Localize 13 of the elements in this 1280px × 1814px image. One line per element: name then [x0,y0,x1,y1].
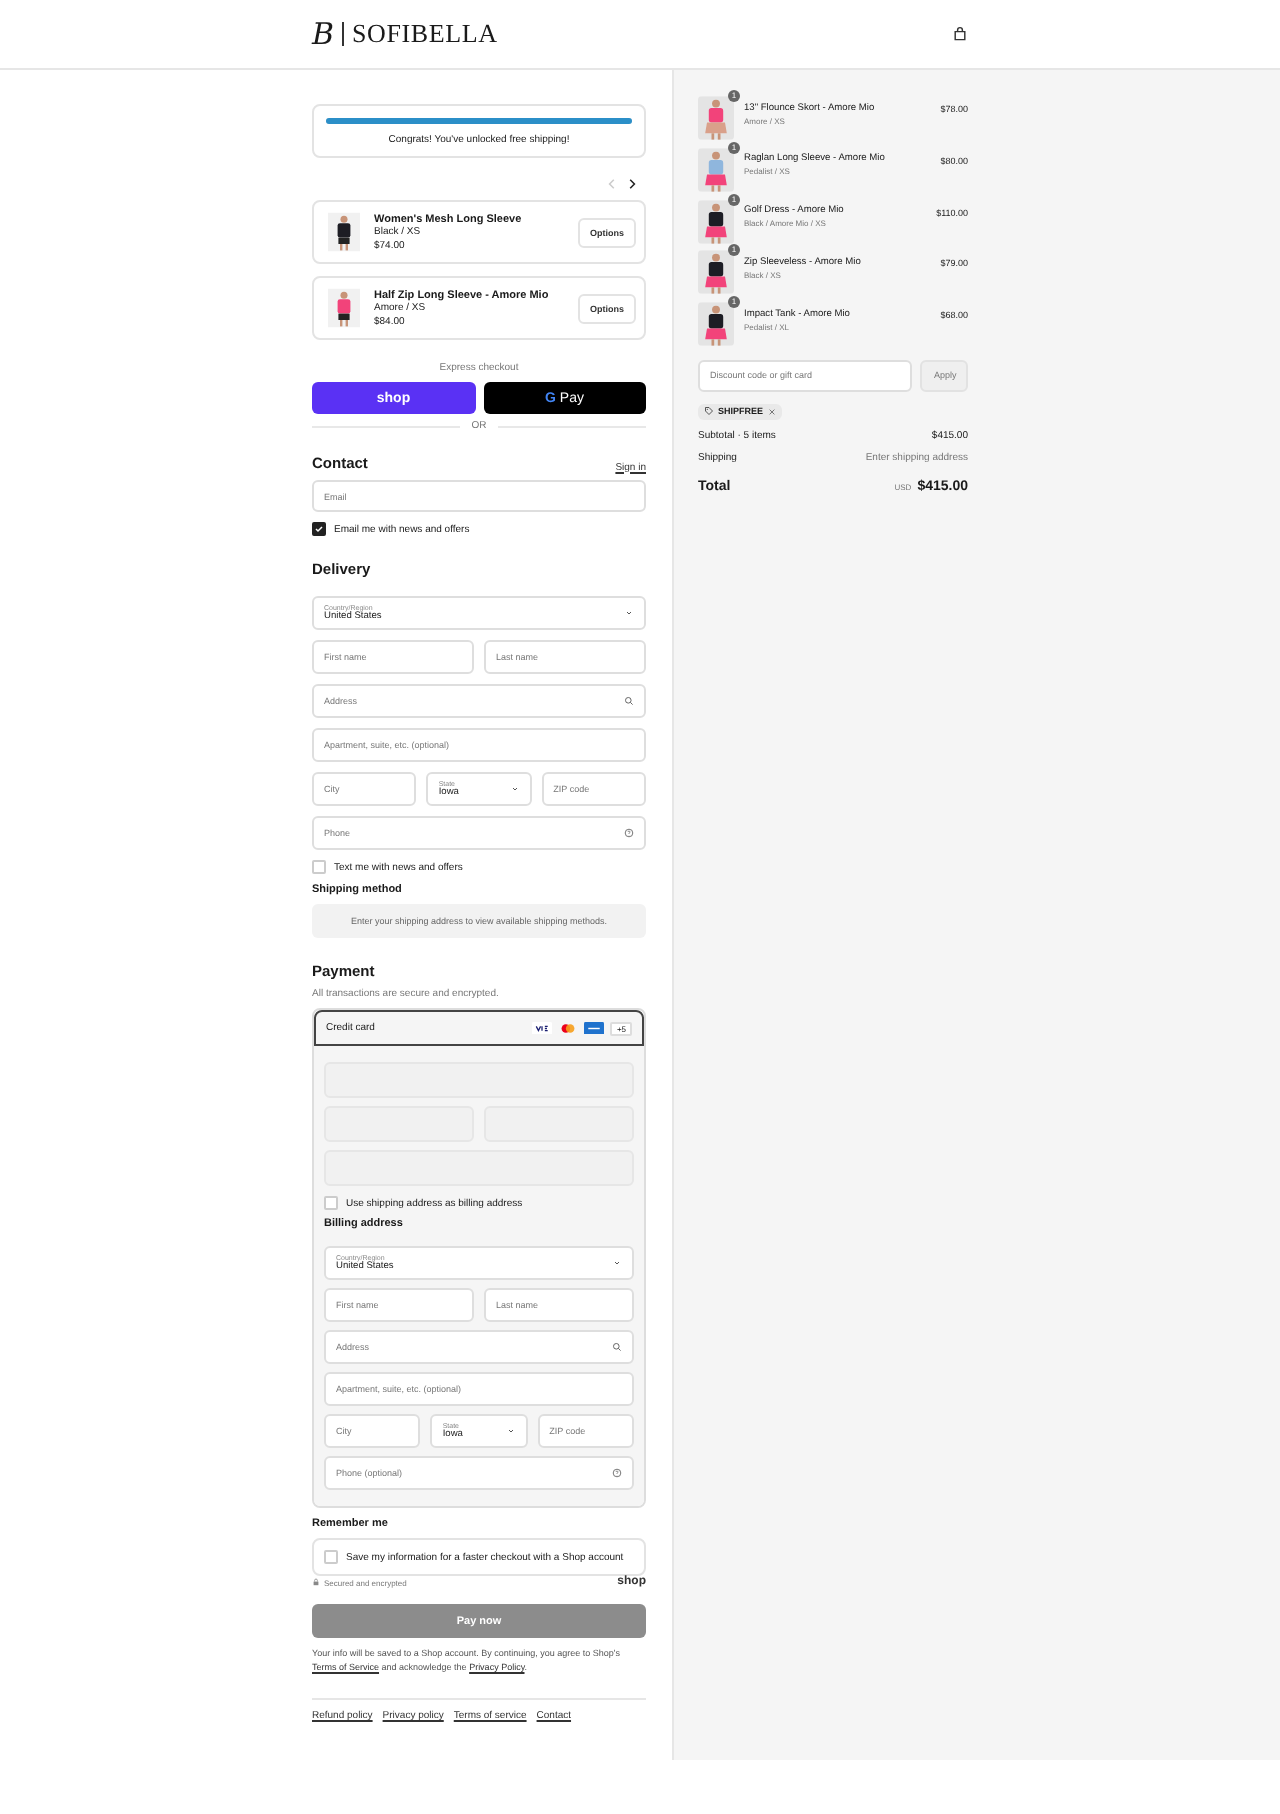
mastercard-icon [558,1021,579,1035]
brand-logo[interactable]: B SOFIBELLA [312,16,498,52]
search-icon [624,696,634,706]
close-icon[interactable] [767,407,776,416]
amex-card-icon [584,1021,605,1035]
help-icon[interactable] [624,828,634,838]
checkbox[interactable] [312,522,326,536]
help-icon[interactable] [612,1468,622,1478]
search-icon [612,1342,622,1352]
tag-icon [704,406,714,417]
lock-icon [312,1578,320,1586]
visa-card-icon [532,1021,553,1035]
shopping-bag-icon[interactable] [952,26,968,42]
